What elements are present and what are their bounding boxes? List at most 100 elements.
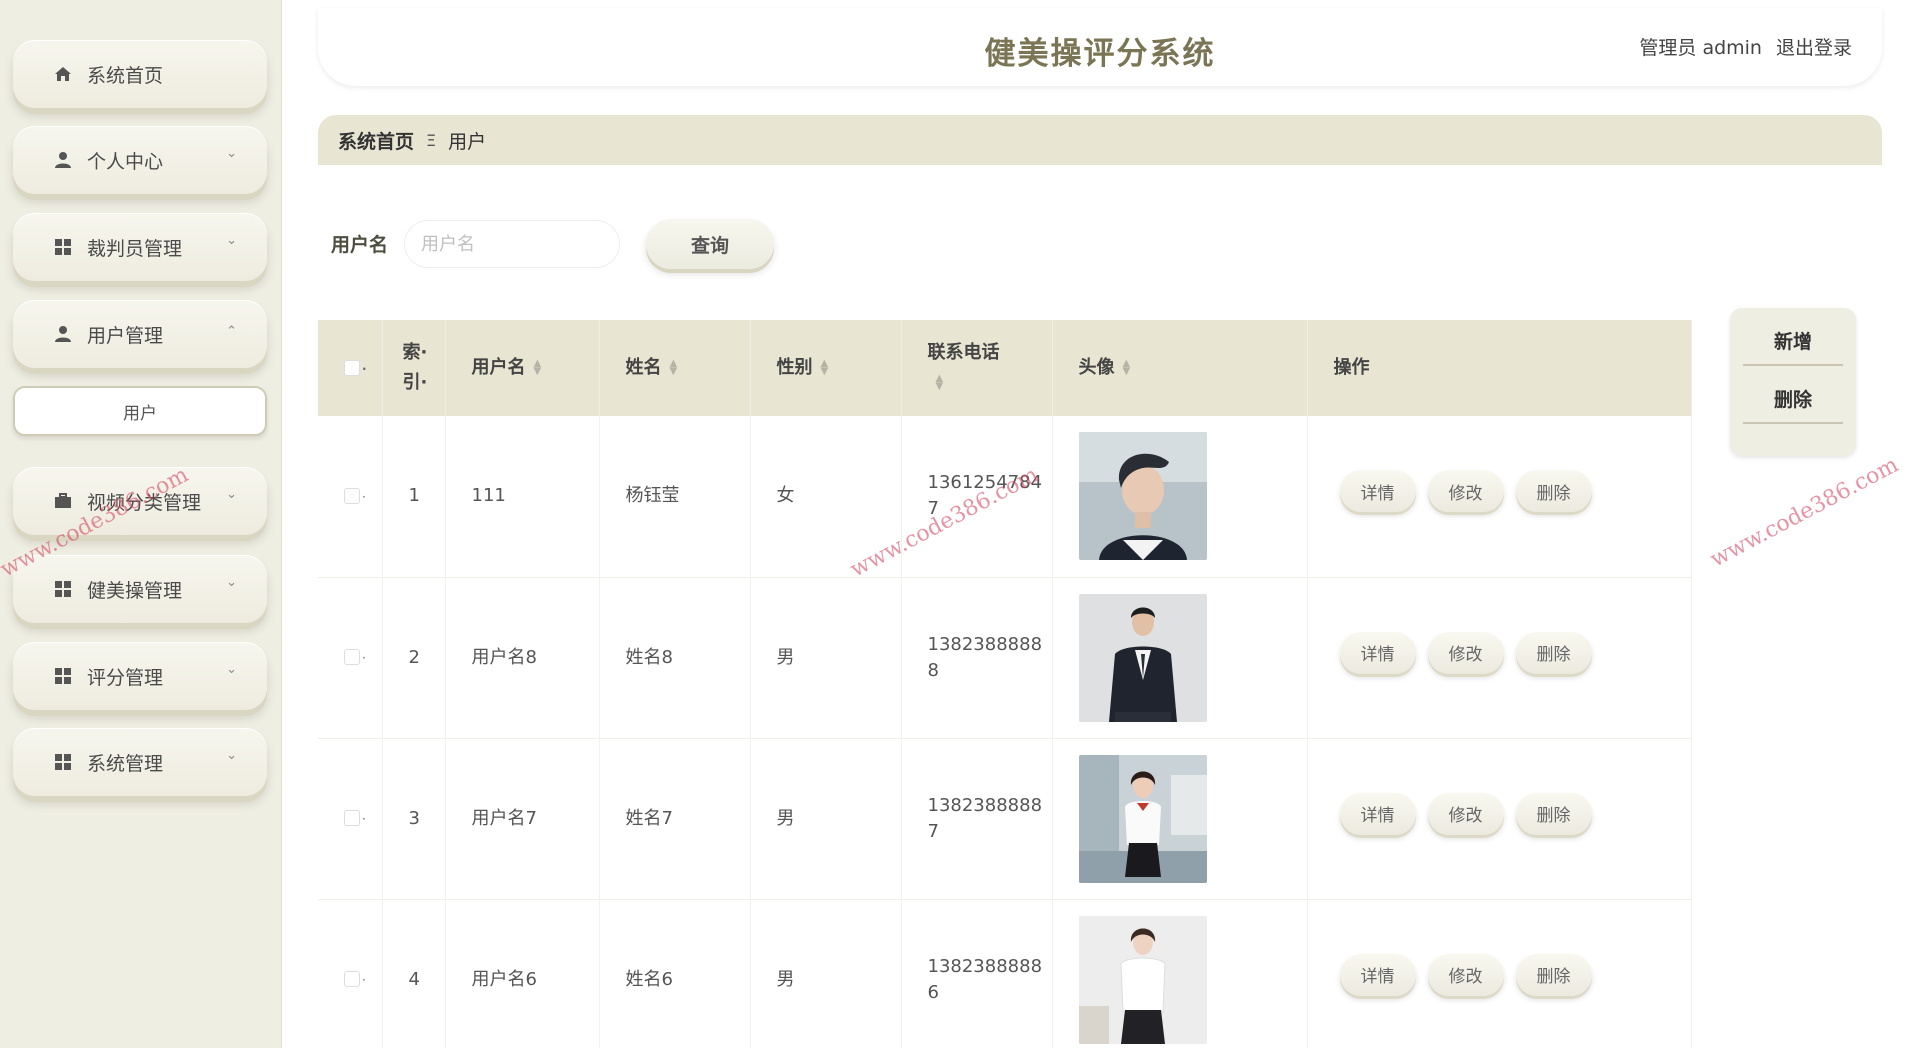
sidebar: 系统首页 个人中心 ⌄ 裁判员管理 ⌄ 用户管理 ⌃ 用户 视频分类管理 ⌄ 健… [0,0,282,1048]
cell-ops: 详情 修改 删除 [1307,899,1692,1048]
cell-ops: 详情 修改 删除 [1307,577,1692,738]
row-checkbox[interactable] [344,810,360,826]
cell-name: 杨钰莹 [599,416,751,577]
sort-icon[interactable]: ▲ ▼ [534,359,542,377]
sidebar-item-user-management[interactable]: 用户管理 ⌃ [13,300,267,368]
cell-username: 111 [445,416,600,577]
action-panel: 新增 删除 [1730,308,1856,456]
cell-phone: 1382388888 7 [901,738,1053,899]
edit-button[interactable]: 修改 [1427,953,1504,996]
watermark: www.code386.com [1706,452,1903,573]
row-checkbox[interactable] [344,971,360,987]
cell-index: 4 [382,899,446,1048]
logout-button[interactable]: 退出登录 [1776,33,1852,60]
user-label: 管理员 admin [1639,37,1762,59]
breadcrumb-separator-icon: Ξ [426,130,437,150]
sort-icon[interactable]: ▲ ▼ [670,359,678,377]
edit-button[interactable]: 修改 [1427,631,1504,674]
cell-gender: 女 [750,416,902,577]
column-header-phone[interactable]: 联系电话 ▲ ▼ [901,320,1053,416]
column-header-gender[interactable]: 性别 ▲ ▼ [750,320,902,416]
breadcrumb-home[interactable]: 系统首页 [338,127,414,154]
sidebar-item-home[interactable]: 系统首页 [13,40,267,108]
chevron-down-icon: ⌄ [226,662,237,677]
detail-button[interactable]: 详情 [1339,953,1416,996]
sort-icon[interactable]: ▲ ▼ [936,374,944,392]
sort-icon[interactable]: ▲ ▼ [821,359,829,377]
row-select[interactable]: · [318,416,383,577]
sidebar-subitem-user[interactable]: 用户 [13,386,267,436]
table-row: · 4 用户名6 姓名6 男 1382388888 6 详情 修改 删除 [318,899,1692,1048]
sidebar-item-aerobics-management[interactable]: 健美操管理 ⌄ [13,555,267,623]
sidebar-item-score-management[interactable]: 评分管理 ⌄ [13,642,267,710]
cell-name: 姓名6 [599,899,751,1048]
sidebar-item-label: 裁判员管理 [87,237,183,260]
cell-phone: 1382388888 6 [901,899,1053,1048]
chevron-up-icon: ⌃ [226,324,237,339]
row-select[interactable]: · [318,899,383,1048]
search-input[interactable] [404,220,620,268]
cell-avatar [1052,577,1308,738]
cell-gender: 男 [750,577,902,738]
delete-button[interactable]: 删除 [1515,631,1592,674]
row-select[interactable]: · [318,738,383,899]
sidebar-item-label: 用户管理 [87,324,164,347]
cell-username: 用户名6 [445,899,600,1048]
delete-button[interactable]: 删除 [1515,953,1592,996]
edit-button[interactable]: 修改 [1427,792,1504,835]
detail-button[interactable]: 详情 [1339,470,1416,513]
cell-index: 1 [382,416,446,577]
cell-name: 姓名7 [599,738,751,899]
table-row: · 3 用户名7 姓名7 男 1382388888 7 详情 修改 删除 [318,738,1692,899]
detail-button[interactable]: 详情 [1339,631,1416,674]
sidebar-item-referee-management[interactable]: 裁判员管理 ⌄ [13,213,267,281]
sidebar-item-label: 个人中心 [87,150,164,173]
select-all-checkbox[interactable] [344,359,360,376]
sort-icon[interactable]: ▲ ▼ [1123,359,1131,377]
column-header-ops: 操作 [1307,320,1692,416]
row-select[interactable]: · [318,577,383,738]
home-icon [53,64,73,84]
batch-delete-button[interactable]: 删除 [1743,374,1843,424]
sidebar-item-label: 评分管理 [87,666,164,689]
edit-button[interactable]: 修改 [1427,470,1504,513]
sidebar-item-personal-center[interactable]: 个人中心 ⌄ [13,126,267,194]
search-button[interactable]: 查询 [646,219,774,269]
cell-avatar [1052,738,1308,899]
avatar[interactable] [1078,915,1207,1044]
header: 健美操评分系统 管理员 admin 退出登录 [318,8,1882,86]
sidebar-item-system-management[interactable]: 系统管理 ⌄ [13,728,267,796]
table-row: · 1 111 杨钰莹 女 1361254784 7 详情 修改 删除 [318,416,1692,577]
column-header-name[interactable]: 姓名 ▲ ▼ [599,320,751,416]
cell-phone: 1361254784 7 [901,416,1053,577]
detail-button[interactable]: 详情 [1339,792,1416,835]
row-checkbox[interactable] [344,649,360,665]
sidebar-item-label: 视频分类管理 [87,491,202,514]
breadcrumb: 系统首页 Ξ 用户 [318,115,1882,165]
avatar[interactable] [1078,593,1207,722]
cell-index: 2 [382,577,446,738]
grid-icon [53,237,73,257]
chevron-down-icon: ⌄ [226,233,237,248]
avatar[interactable] [1078,432,1207,561]
cell-gender: 男 [750,738,902,899]
briefcase-icon [53,491,73,511]
row-checkbox[interactable] [344,487,360,504]
cell-username: 用户名8 [445,577,600,738]
avatar[interactable] [1078,754,1207,883]
sidebar-item-label: 系统管理 [87,752,164,775]
breadcrumb-current: 用户 [448,130,487,153]
add-button[interactable]: 新增 [1743,316,1843,366]
person-icon [53,324,73,344]
delete-button[interactable]: 删除 [1515,470,1592,513]
table-row: · 2 用户名8 姓名8 男 1382388888 8 详情 修改 删除 [318,577,1692,738]
user-table: · 索· 引· 用户名 ▲ ▼ 姓名 ▲ ▼ 性别 ▲ ▼ 联系电话 ▲ ▼ 头… [318,320,1692,1048]
delete-button[interactable]: 删除 [1515,792,1592,835]
cell-name: 姓名8 [599,577,751,738]
cell-avatar [1052,899,1308,1048]
column-header-avatar[interactable]: 头像 ▲ ▼ [1052,320,1308,416]
header-select-all[interactable]: · [318,320,383,416]
user-area: 管理员 admin 退出登录 [1639,33,1852,60]
column-header-username[interactable]: 用户名 ▲ ▼ [445,320,600,416]
sidebar-item-video-category-management[interactable]: 视频分类管理 ⌄ [13,467,267,535]
